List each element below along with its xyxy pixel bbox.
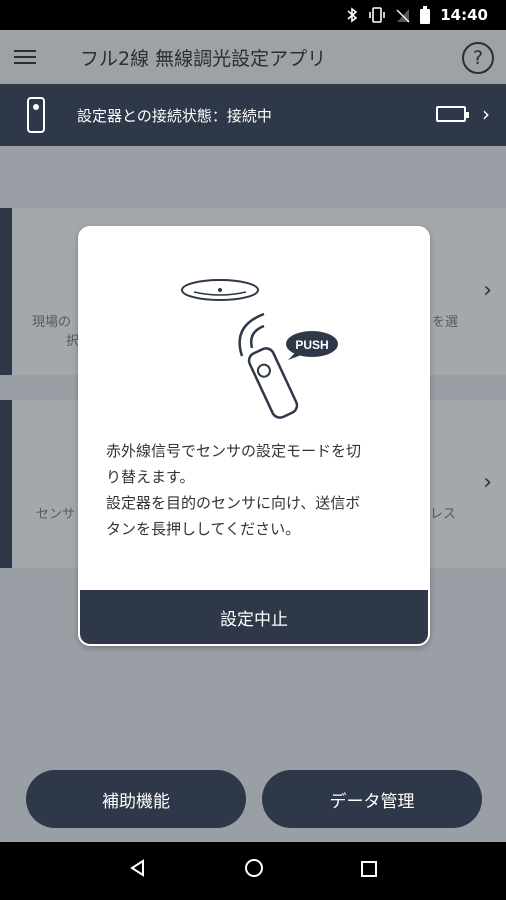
assist-function-button[interactable]: 補助機能 <box>26 770 246 828</box>
sensor-mode-dialog: PUSH 赤外線信号でセンサの設定モードを切 り替えます。 設定器を目的のセンサ… <box>78 226 430 646</box>
app-title: フル2線 無線調光設定アプリ <box>80 47 327 70</box>
connection-status: 設定器との接続状態：接続中 <box>77 106 272 125</box>
remote-control-icon <box>238 312 299 419</box>
chevron-right-icon[interactable]: › <box>483 470 492 495</box>
message-line: り替えます。 <box>106 468 195 486</box>
data-management-button[interactable]: データ管理 <box>262 770 482 828</box>
ceiling-sensor-icon <box>181 279 259 301</box>
message-line: タンを長押ししてください。 <box>106 520 301 538</box>
vibrate-icon <box>368 7 386 23</box>
bluetooth-icon <box>346 7 358 23</box>
message-line: 設定器を目的のセンサに向け、送信ボ <box>106 494 361 512</box>
no-signal-icon <box>396 7 410 23</box>
card-text-left: 現場の <box>32 315 72 330</box>
card-text-left: センサ <box>36 507 76 522</box>
card-accent <box>0 400 12 568</box>
help-button[interactable]: ? <box>462 42 494 74</box>
cancel-setting-button[interactable]: 設定中止 <box>80 590 428 644</box>
dialog-message: 赤外線信号でセンサの設定モードを切 り替えます。 設定器を目的のセンサに向け、送… <box>106 438 406 542</box>
card-text-right: レス <box>430 507 457 522</box>
connection-bar[interactable]: 設定器との接続状態：接続中 › <box>0 84 506 146</box>
push-speech-bubble: PUSH <box>286 331 338 360</box>
chevron-right-icon[interactable]: › <box>483 278 492 303</box>
message-line: 赤外線信号でセンサの設定モードを切 <box>106 442 362 460</box>
app-bar: フル2線 無線調光設定アプリ ? <box>0 30 506 84</box>
chevron-right-icon[interactable]: › <box>482 102 490 126</box>
card-accent <box>0 208 12 375</box>
battery-icon <box>436 106 469 122</box>
home-icon[interactable] <box>243 857 265 885</box>
remote-device-icon <box>27 97 45 133</box>
recents-icon[interactable] <box>360 859 378 884</box>
navigation-bar <box>0 842 506 900</box>
clock: 14:40 <box>440 6 488 24</box>
status-bar: 14:40 <box>0 0 506 30</box>
back-icon[interactable] <box>128 858 148 884</box>
card-text-right: を選 <box>432 315 459 330</box>
push-label: PUSH <box>295 338 328 352</box>
hamburger-icon[interactable] <box>14 50 36 64</box>
ir-remote-illustration: PUSH <box>181 279 338 419</box>
battery-status-icon <box>420 6 431 24</box>
